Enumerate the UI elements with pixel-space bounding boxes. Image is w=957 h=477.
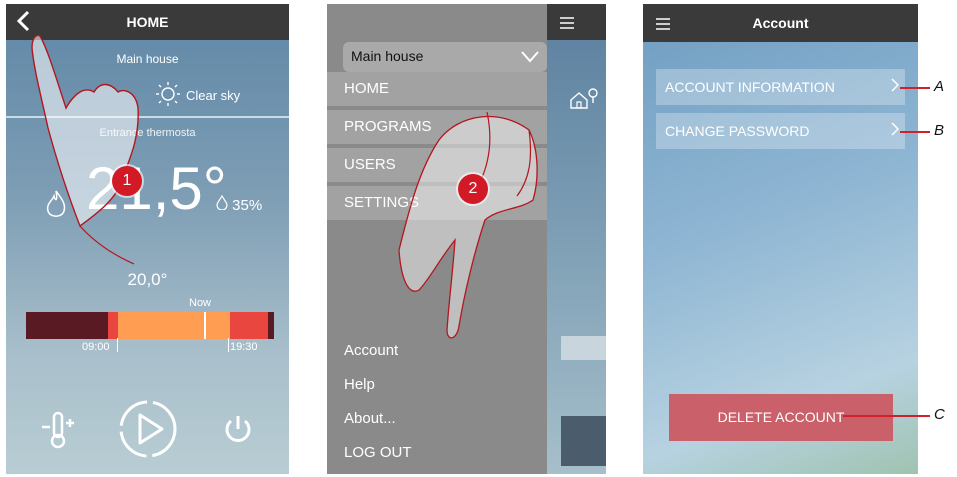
now-label: Now	[189, 297, 212, 309]
callout-line-a	[900, 87, 930, 89]
weather-label: Clear sky	[186, 88, 241, 103]
menu-screen: Main house HOME PROGRAMS USERS SETTINGS …	[327, 4, 606, 474]
timeline-segment	[108, 312, 118, 339]
timeline-tick	[117, 338, 118, 352]
menu-link-logout[interactable]: LOG OUT	[344, 444, 412, 461]
divider	[6, 116, 289, 118]
time-end-label: 19:30	[230, 341, 258, 353]
callout-line-c	[843, 415, 930, 417]
menu-top-bar	[547, 4, 606, 40]
background-element	[561, 336, 606, 360]
humidity-value: 35%	[216, 194, 263, 214]
schedule-timeline[interactable]	[26, 312, 274, 339]
menu-item-home[interactable]: HOME	[327, 72, 547, 106]
humidity-label: 35%	[232, 197, 263, 214]
step-badge-1: 1	[112, 166, 142, 196]
play-icon[interactable]	[116, 399, 180, 464]
row-label: ACCOUNT INFORMATION	[665, 79, 835, 95]
page-title: HOME	[126, 14, 169, 30]
timeline-tick	[228, 338, 229, 352]
side-menu: Main house HOME PROGRAMS USERS SETTINGS …	[327, 4, 547, 474]
flame-icon	[44, 189, 68, 226]
power-icon[interactable]	[222, 413, 254, 450]
menu-link-account[interactable]: Account	[344, 342, 398, 359]
hamburger-menu-icon[interactable]	[560, 16, 574, 34]
background-panel	[547, 4, 606, 474]
delete-account-button[interactable]: DELETE ACCOUNT	[669, 394, 893, 441]
current-temperature: 21,5°	[86, 155, 227, 222]
thermostat-name: Entrance thermosta	[99, 127, 196, 139]
page-title: Account	[752, 15, 809, 31]
humidity-drop-icon	[216, 194, 232, 214]
account-top-bar: Account	[643, 4, 918, 42]
timeline-segment	[118, 312, 230, 339]
callout-label-a: A	[934, 78, 945, 95]
weather-status: Clear sky	[156, 82, 240, 109]
change-password-row[interactable]: CHANGE PASSWORD	[656, 113, 905, 149]
menu-item-users[interactable]: USERS	[327, 148, 547, 182]
now-marker	[204, 312, 206, 339]
bottom-controls	[6, 399, 289, 459]
house-location-icon[interactable]	[569, 88, 599, 115]
location-label: Main house	[116, 52, 179, 66]
chevron-down-icon	[521, 51, 539, 63]
step-badge-2: 2	[458, 174, 488, 204]
time-start-label: 09:00	[82, 341, 110, 353]
setpoint-temperature: 20,0°	[127, 270, 168, 289]
home-screen: HOME Main house Clear sky Entrance therm…	[6, 4, 289, 474]
chevron-right-icon	[891, 69, 900, 105]
background-element	[561, 416, 606, 466]
thermometer-plus-icon[interactable]	[40, 409, 76, 454]
row-label: CHANGE PASSWORD	[665, 123, 810, 139]
callout-label-b: B	[934, 122, 945, 139]
menu-item-settings[interactable]: SETTINGS	[327, 186, 547, 220]
menu-item-programs[interactable]: PROGRAMS	[327, 110, 547, 144]
house-dropdown[interactable]: Main house	[343, 42, 547, 72]
timeline-segment	[230, 312, 268, 339]
menu-link-help[interactable]: Help	[344, 376, 375, 393]
account-screen: Account ACCOUNT INFORMATION CHANGE PASSW…	[643, 4, 918, 474]
sun-icon	[156, 82, 180, 109]
callout-line-b	[900, 131, 930, 133]
callout-label-c: C	[934, 406, 945, 423]
timeline-segment	[26, 312, 108, 339]
menu-link-about[interactable]: About...	[344, 410, 396, 427]
account-information-row[interactable]: ACCOUNT INFORMATION	[656, 69, 905, 105]
home-top-bar: HOME	[6, 4, 289, 40]
timeline-segment	[268, 312, 274, 339]
chevron-right-icon	[891, 113, 900, 149]
dropdown-value: Main house	[351, 48, 424, 64]
